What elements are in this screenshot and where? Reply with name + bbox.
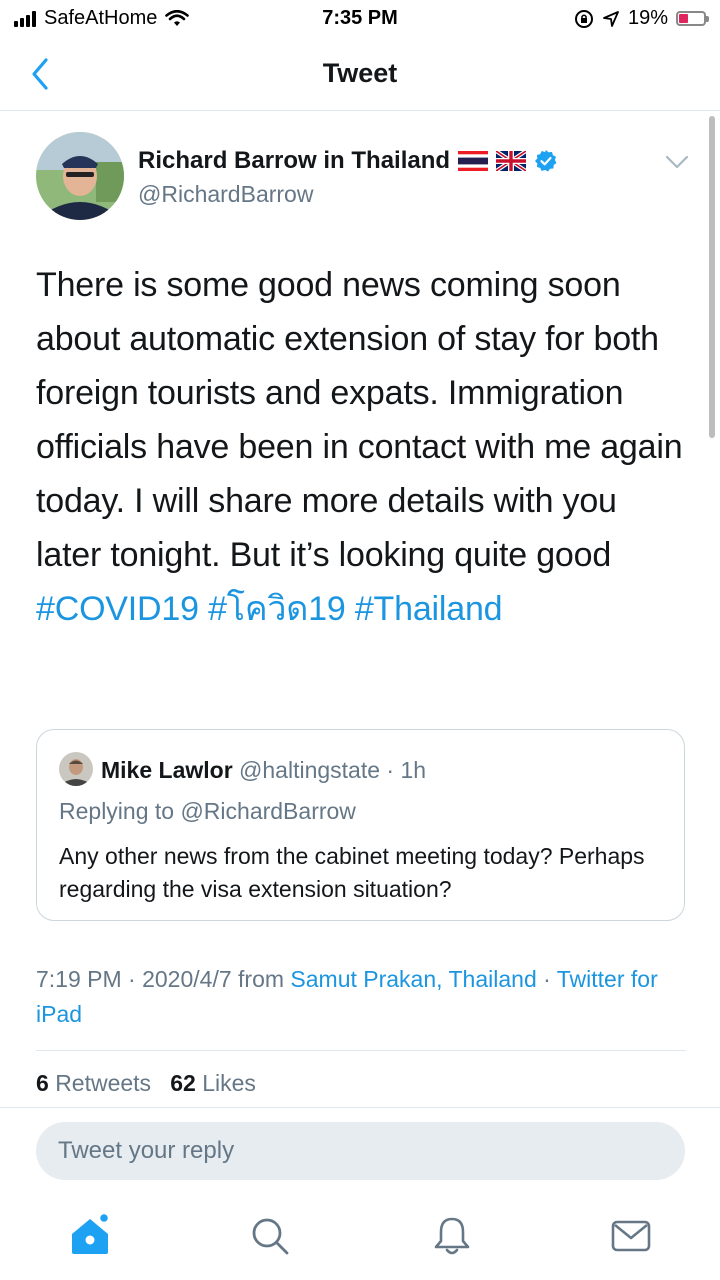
quoted-tweet[interactable]: Mike Lawlor @haltingstate · 1h Replying … [36, 729, 685, 921]
author-name[interactable]: Richard Barrow in Thailand [138, 147, 558, 175]
hashtag-thai-covid19[interactable]: #โควิด19 [208, 590, 346, 628]
retweets-stat[interactable]: 6 Retweets [36, 1070, 151, 1096]
scrollbar[interactable] [709, 116, 715, 438]
orientation-lock-icon [574, 9, 593, 28]
divider [0, 1107, 720, 1108]
battery-icon [676, 11, 709, 26]
quoted-time: · 1h [380, 757, 427, 783]
verified-badge-icon [535, 150, 557, 172]
tweet-timestamp: 7:19 PM · 2020/4/7 from [36, 966, 291, 992]
tweet-location-link[interactable]: Samut Prakan, Thailand [290, 966, 536, 992]
tweet-text: There is some good news coming soon abou… [36, 258, 686, 636]
messages-icon[interactable] [609, 1214, 653, 1258]
tweet-body: There is some good news coming soon abou… [36, 266, 683, 574]
likes-count: 62 [170, 1070, 196, 1096]
battery-percent: 19% [627, 7, 668, 29]
tweet-stats: 6 Retweets 62 Likes [36, 1070, 256, 1097]
uk-flag-icon [496, 151, 527, 171]
author-name-text: Richard Barrow in Thailand [138, 147, 451, 174]
hashtag-thailand[interactable]: #Thailand [355, 590, 503, 628]
page-title: Tweet [322, 58, 398, 88]
hashtag-covid19[interactable]: #COVID19 [36, 590, 199, 628]
quoted-header: Mike Lawlor @haltingstate · 1h [101, 757, 426, 784]
divider [36, 1050, 686, 1051]
location-icon [603, 10, 619, 27]
retweets-count: 6 [36, 1070, 49, 1096]
meta-separator: · [536, 966, 557, 992]
search-icon[interactable] [248, 1214, 292, 1258]
likes-label: Likes [202, 1070, 256, 1096]
author-handle[interactable]: @RichardBarrow [138, 181, 313, 208]
quoted-text: Any other news from the cabinet meeting … [59, 843, 645, 902]
retweets-label: Retweets [55, 1070, 152, 1096]
quoted-name: Mike Lawlor [101, 757, 233, 783]
thailand-flag-icon [458, 151, 489, 171]
status-bar: SafeAtHome 7:35 PM 19% [0, 0, 720, 38]
tweet-meta: 7:19 PM · 2020/4/7 from Samut Prakan, Th… [36, 962, 676, 1032]
status-right: 19% [574, 7, 709, 30]
notifications-icon[interactable] [430, 1214, 474, 1258]
tab-bar [0, 1200, 720, 1280]
home-icon[interactable] [68, 1214, 112, 1258]
author-avatar[interactable] [36, 132, 124, 220]
quoted-avatar [59, 752, 93, 786]
quoted-replying-to: Replying to @RichardBarrow [59, 798, 356, 824]
battery-fill [679, 14, 688, 23]
reply-input[interactable] [36, 1122, 685, 1180]
quoted-handle: @haltingstate [239, 757, 381, 783]
chevron-down-icon[interactable] [664, 152, 690, 172]
nav-header: Tweet [0, 38, 720, 111]
likes-stat[interactable]: 62 Likes [170, 1070, 256, 1096]
